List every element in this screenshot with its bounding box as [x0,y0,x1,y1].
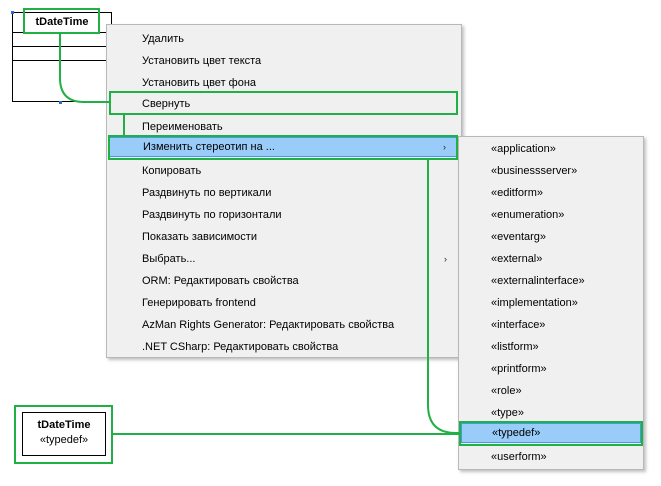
stereotype-item-application[interactable]: «application» [461,139,641,159]
context-menu: Удалить Установить цвет текста Установит… [106,24,462,358]
stereotype-item-editform[interactable]: «editform» [461,183,641,203]
menu-item-orm-edit-properties[interactable]: ORM: Редактировать свойства [109,271,459,291]
chevron-right-icon: › [444,254,447,264]
stereotype-item-listform[interactable]: «listform» [461,337,641,357]
menu-item-spread-vertical[interactable]: Раздвинуть по вертикали [109,183,459,203]
stereotype-item-type[interactable]: «type» [461,403,641,423]
stereotype-item-printform[interactable]: «printform» [461,359,641,379]
stereotype-item-businessserver[interactable]: «businessserver» [461,161,641,181]
class-separator [13,60,111,61]
stereotype-item-external[interactable]: «external» [461,249,641,269]
class-element-tdatetime-typedef[interactable]: tDateTime «typedef» [22,412,106,456]
selection-handle[interactable] [11,11,14,14]
menu-item-delete[interactable]: Удалить [109,29,459,49]
menu-item-change-stereotype[interactable]: Изменить стереотип на ... › [109,137,459,157]
menu-item-select[interactable]: Выбрать... › [109,249,459,269]
class-title: tDateTime [13,13,111,33]
stereotype-item-role[interactable]: «role» [461,381,641,401]
menu-item-rename[interactable]: Переименовать [109,117,459,137]
menu-item-set-text-color[interactable]: Установить цвет текста [109,51,459,71]
chevron-right-icon: › [443,142,446,152]
stereotype-item-externalinterface[interactable]: «externalinterface» [461,271,641,291]
class-title: tDateTime [37,419,91,431]
stereotype-item-typedef[interactable]: «typedef» [461,423,641,443]
stereotype-item-enumeration[interactable]: «enumeration» [461,205,641,225]
stereotype-item-userform[interactable]: «userform» [461,447,641,467]
menu-item-show-dependencies[interactable]: Показать зависимости [109,227,459,247]
stereotype-item-eventarg[interactable]: «eventarg» [461,227,641,247]
menu-item-csharp-edit-properties[interactable]: .NET CSharp: Редактировать свойства [109,337,459,357]
menu-item-spread-horizontal[interactable]: Раздвинуть по горизонтали [109,205,459,225]
stereotype-item-implementation[interactable]: «implementation» [461,293,641,313]
selection-handle[interactable] [59,101,62,104]
stereotype-submenu: «application» «businessserver» «editform… [458,136,644,470]
stereotype-item-interface[interactable]: «interface» [461,315,641,335]
menu-item-collapse[interactable]: Свернуть [109,94,459,114]
class-stereotype: «typedef» [39,434,89,446]
menu-item-azman-edit-properties[interactable]: AzMan Rights Generator: Редактировать св… [109,315,459,335]
menu-item-set-background-color[interactable]: Установить цвет фона [109,73,459,93]
class-separator [13,46,111,47]
class-element-tdatetime[interactable]: tDateTime [12,12,112,102]
menu-item-copy[interactable]: Копировать [109,161,459,181]
menu-item-generate-frontend[interactable]: Генерировать frontend [109,293,459,313]
